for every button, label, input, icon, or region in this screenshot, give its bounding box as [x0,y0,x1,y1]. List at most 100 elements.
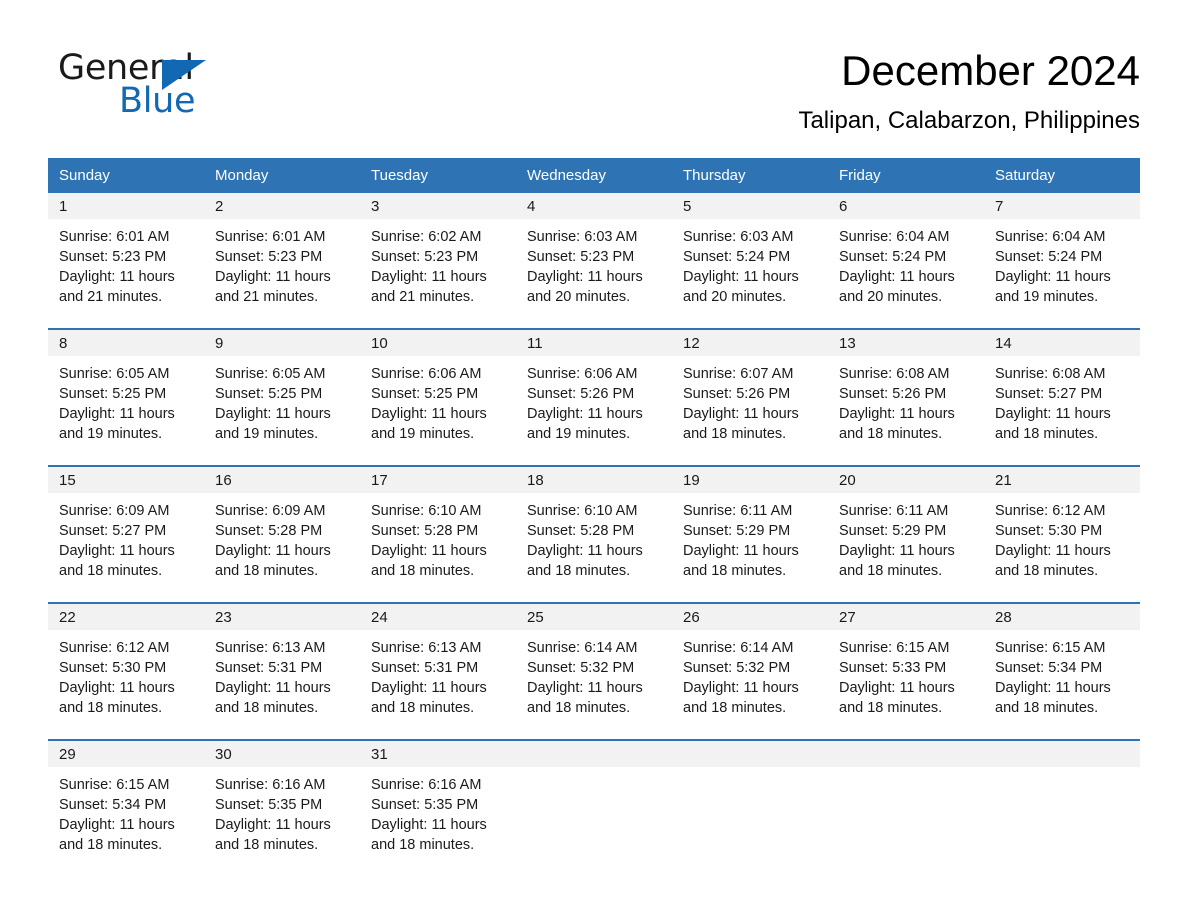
day-details: Sunrise: 6:14 AM Sunset: 5:32 PM Daylight:… [516,630,672,718]
calendar-day-cell[interactable]: 4 Sunrise: 6:03 AM Sunset: 5:23 PM Daylight… [516,193,672,329]
sunrise-text: Sunrise: 6:07 AM [683,366,794,382]
calendar-day-cell[interactable]: 29 Sunrise: 6:15 AM Sunset: 5:34 PM Dayligh… [48,739,204,876]
daylight-text-line1: Daylight: 11 hours [371,406,487,422]
calendar-day-cell[interactable]: 3 Sunrise: 6:02 AM Sunset: 5:23 PM Daylight… [360,193,516,329]
calendar-empty-cell [828,739,984,876]
day-number: 4 [516,193,672,219]
calendar-day-cell[interactable]: 26 Sunrise: 6:14 AM Sunset: 5:32 PM Dayligh… [672,602,828,740]
day-number: 23 [204,604,360,630]
daylight-text-line1: Daylight: 11 hours [371,680,487,696]
sunrise-text: Sunrise: 6:12 AM [59,640,170,656]
calendar-day-cell[interactable]: 6 Sunrise: 6:04 AM Sunset: 5:24 PM Daylight… [828,193,984,329]
daylight-text-line2: and 18 minutes. [527,563,631,579]
day-cell-inner: 9 Sunrise: 6:05 AM Sunset: 5:25 PM Daylight… [204,330,360,465]
day-number: 17 [360,467,516,493]
daylight-text-line2: and 18 minutes. [59,837,163,853]
calendar-day-cell[interactable]: 27 Sunrise: 6:15 AM Sunset: 5:33 PM Dayligh… [828,602,984,740]
day-number: 7 [984,193,1140,219]
daylight-text-line1: Daylight: 11 hours [527,680,643,696]
sunrise-text: Sunrise: 6:01 AM [215,229,326,245]
sunset-text: Sunset: 5:26 PM [839,386,947,402]
calendar-day-cell[interactable]: 12 Sunrise: 6:07 AM Sunset: 5:26 PM Dayligh… [672,328,828,466]
daylight-text-line2: and 18 minutes. [995,700,1099,716]
day-number: 27 [828,604,984,630]
daylight-text-line2: and 18 minutes. [839,563,943,579]
calendar-day-cell[interactable]: 18 Sunrise: 6:10 AM Sunset: 5:28 PM Dayligh… [516,465,672,603]
day-details: Sunrise: 6:11 AM Sunset: 5:29 PM Daylight:… [828,493,984,581]
daylight-text-line1: Daylight: 11 hours [371,817,487,833]
calendar-table: Sunday Monday Tuesday Wednesday Thursday Frid… [48,158,1140,876]
daylight-text-line1: Daylight: 11 hours [215,680,331,696]
day-details: Sunrise: 6:15 AM Sunset: 5:33 PM Daylight:… [828,630,984,718]
calendar-day-cell[interactable]: 28 Sunrise: 6:15 AM Sunset: 5:34 PM Dayligh… [984,602,1140,740]
daylight-text-line2: and 20 minutes. [839,289,943,305]
calendar-day-cell[interactable]: 19 Sunrise: 6:11 AM Sunset: 5:29 PM Dayligh… [672,465,828,603]
calendar-day-cell[interactable]: 7 Sunrise: 6:04 AM Sunset: 5:24 PM Daylight… [984,193,1140,329]
calendar-day-cell[interactable]: 14 Sunrise: 6:08 AM Sunset: 5:27 PM Dayligh… [984,328,1140,466]
day-cell-inner: 14 Sunrise: 6:08 AM Sunset: 5:27 PM Dayligh… [984,330,1140,465]
weekday-header-tuesday: Tuesday [360,158,516,193]
sunset-text: Sunset: 5:32 PM [527,660,635,676]
calendar-day-cell[interactable]: 25 Sunrise: 6:14 AM Sunset: 5:32 PM Dayligh… [516,602,672,740]
calendar-day-cell[interactable]: 23 Sunrise: 6:13 AM Sunset: 5:31 PM Dayligh… [204,602,360,740]
daylight-text-line1: Daylight: 11 hours [371,543,487,559]
day-details: Sunrise: 6:15 AM Sunset: 5:34 PM Daylight:… [48,767,204,855]
calendar-day-cell[interactable]: 2 Sunrise: 6:01 AM Sunset: 5:23 PM Daylight… [204,193,360,329]
calendar-day-cell[interactable]: 16 Sunrise: 6:09 AM Sunset: 5:28 PM Dayligh… [204,465,360,603]
calendar-day-cell[interactable]: 20 Sunrise: 6:11 AM Sunset: 5:29 PM Dayligh… [828,465,984,603]
daylight-text-line1: Daylight: 11 hours [683,680,799,696]
calendar-day-cell[interactable]: 13 Sunrise: 6:08 AM Sunset: 5:26 PM Dayligh… [828,328,984,466]
sunrise-text: Sunrise: 6:14 AM [683,640,794,656]
calendar-day-cell[interactable]: 1 Sunrise: 6:01 AM Sunset: 5:23 PM Daylight… [48,193,204,329]
calendar-day-cell[interactable]: 30 Sunrise: 6:16 AM Sunset: 5:35 PM Dayligh… [204,739,360,876]
day-cell-inner [516,741,672,876]
daylight-text-line2: and 19 minutes. [527,426,631,442]
day-details: Sunrise: 6:13 AM Sunset: 5:31 PM Daylight:… [204,630,360,718]
sunset-text: Sunset: 5:25 PM [59,386,167,402]
day-details: Sunrise: 6:01 AM Sunset: 5:23 PM Daylight:… [48,219,204,307]
calendar-day-cell[interactable]: 21 Sunrise: 6:12 AM Sunset: 5:30 PM Dayligh… [984,465,1140,603]
sunrise-text: Sunrise: 6:06 AM [527,366,638,382]
daylight-text-line1: Daylight: 11 hours [995,543,1111,559]
calendar-day-cell[interactable]: 17 Sunrise: 6:10 AM Sunset: 5:28 PM Dayligh… [360,465,516,603]
day-number: 24 [360,604,516,630]
daylight-text-line2: and 18 minutes. [215,563,319,579]
calendar-day-cell[interactable]: 15 Sunrise: 6:09 AM Sunset: 5:27 PM Dayligh… [48,465,204,603]
day-cell-inner: 3 Sunrise: 6:02 AM Sunset: 5:23 PM Daylight… [360,193,516,328]
calendar-day-cell[interactable]: 10 Sunrise: 6:06 AM Sunset: 5:25 PM Dayligh… [360,328,516,466]
calendar-day-cell[interactable]: 5 Sunrise: 6:03 AM Sunset: 5:24 PM Daylight… [672,193,828,329]
day-number: 9 [204,330,360,356]
calendar-day-cell[interactable]: 24 Sunrise: 6:13 AM Sunset: 5:31 PM Dayligh… [360,602,516,740]
sunset-text: Sunset: 5:23 PM [215,249,323,265]
daylight-text-line2: and 18 minutes. [683,563,787,579]
calendar-day-cell[interactable]: 11 Sunrise: 6:06 AM Sunset: 5:26 PM Dayligh… [516,328,672,466]
daylight-text-line1: Daylight: 11 hours [683,543,799,559]
daylight-text-line1: Daylight: 11 hours [59,817,175,833]
calendar-day-cell[interactable]: 9 Sunrise: 6:05 AM Sunset: 5:25 PM Daylight… [204,328,360,466]
calendar-day-cell[interactable]: 22 Sunrise: 6:12 AM Sunset: 5:30 PM Dayligh… [48,602,204,740]
sunset-text: Sunset: 5:26 PM [683,386,791,402]
calendar-day-cell[interactable]: 31 Sunrise: 6:16 AM Sunset: 5:35 PM Dayligh… [360,739,516,876]
day-details: Sunrise: 6:04 AM Sunset: 5:24 PM Daylight:… [828,219,984,307]
day-number: 13 [828,330,984,356]
sunrise-text: Sunrise: 6:15 AM [995,640,1106,656]
day-number: 16 [204,467,360,493]
day-cell-inner [672,741,828,876]
daylight-text-line2: and 18 minutes. [215,837,319,853]
weekday-header-friday: Friday [828,158,984,193]
daylight-text-line1: Daylight: 11 hours [59,406,175,422]
daylight-text-line2: and 18 minutes. [683,426,787,442]
daylight-text-line2: and 21 minutes. [371,289,475,305]
day-details: Sunrise: 6:09 AM Sunset: 5:27 PM Daylight:… [48,493,204,581]
day-cell-inner: 30 Sunrise: 6:16 AM Sunset: 5:35 PM Dayligh… [204,741,360,876]
calendar-day-cell[interactable]: 8 Sunrise: 6:05 AM Sunset: 5:25 PM Daylight… [48,328,204,466]
day-details: Sunrise: 6:13 AM Sunset: 5:31 PM Daylight:… [360,630,516,718]
daylight-text-line1: Daylight: 11 hours [839,406,955,422]
sunrise-text: Sunrise: 6:03 AM [527,229,638,245]
day-number: 22 [48,604,204,630]
sunrise-text: Sunrise: 6:08 AM [839,366,950,382]
day-number: 18 [516,467,672,493]
day-cell-inner: 17 Sunrise: 6:10 AM Sunset: 5:28 PM Dayligh… [360,467,516,602]
day-details: Sunrise: 6:12 AM Sunset: 5:30 PM Daylight:… [48,630,204,718]
day-details: Sunrise: 6:02 AM Sunset: 5:23 PM Daylight:… [360,219,516,307]
